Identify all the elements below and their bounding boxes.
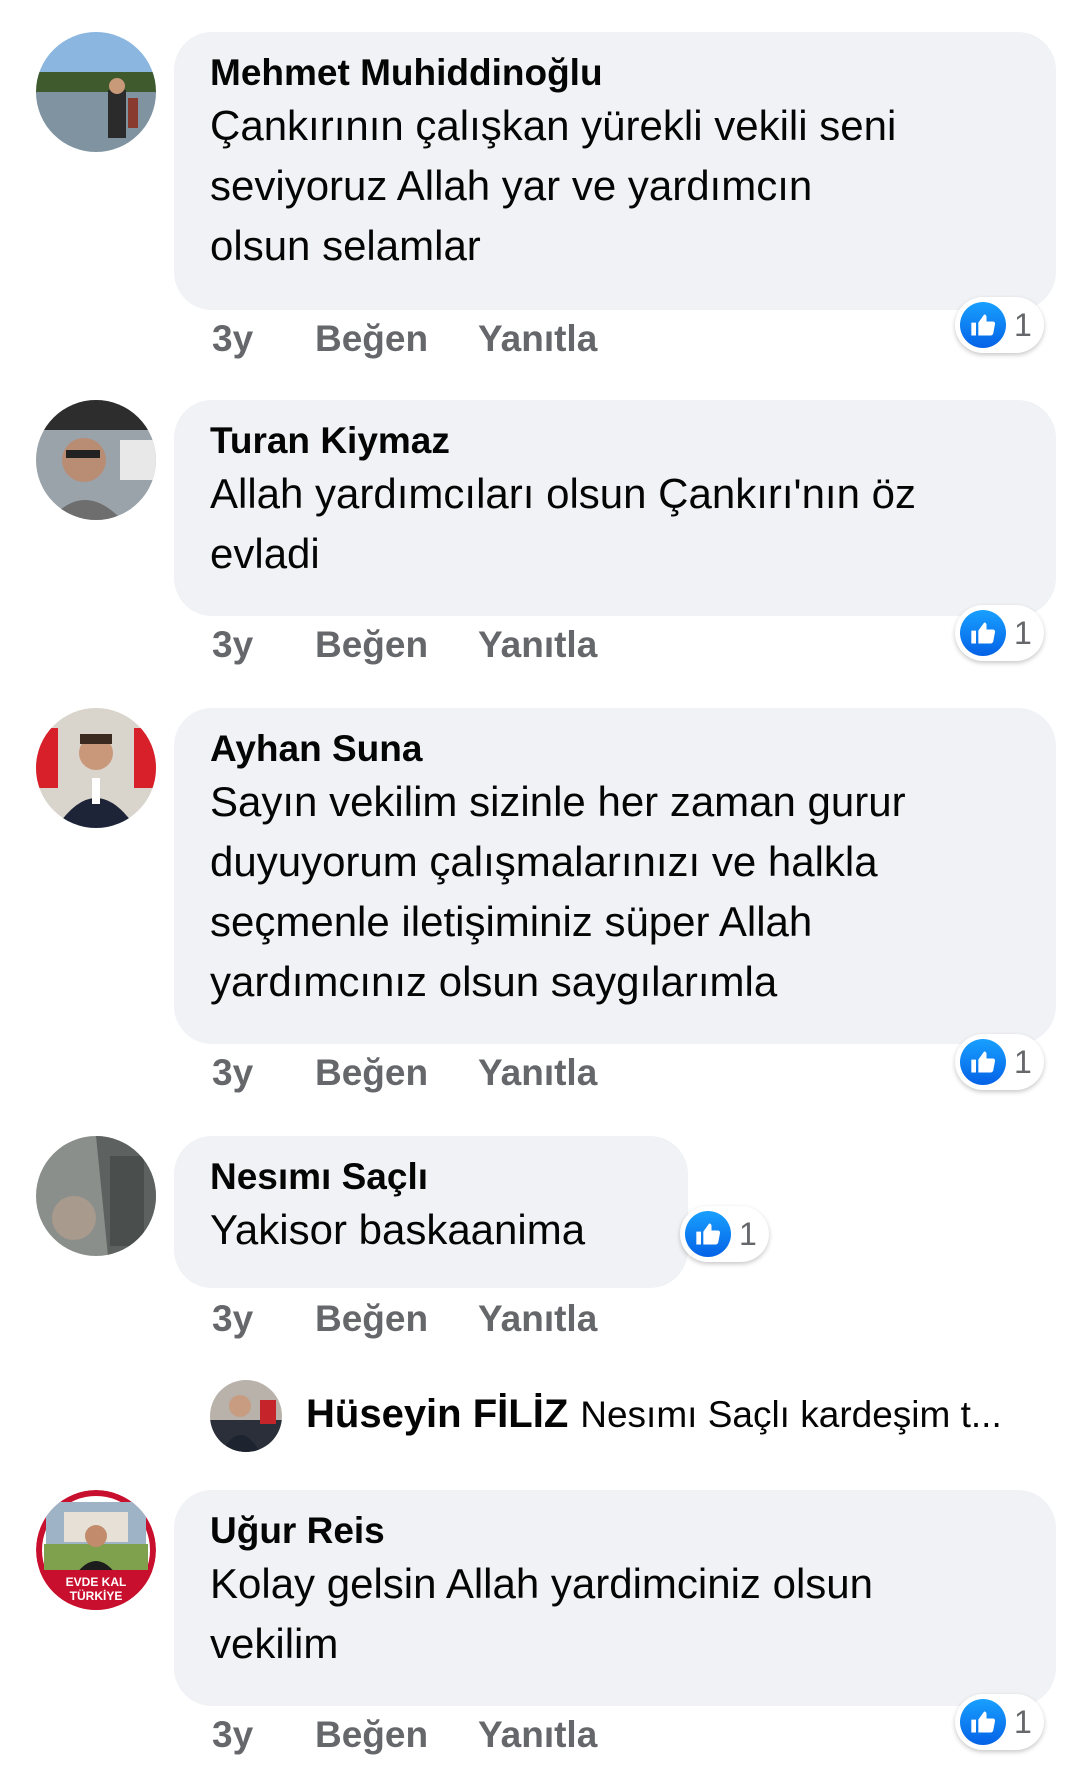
comment-timestamp[interactable]: 3y: [212, 624, 272, 666]
thumbs-up-icon: [960, 1039, 1006, 1085]
avatar[interactable]: [36, 1136, 156, 1256]
reply-button[interactable]: Yanıtla: [478, 624, 597, 666]
like-button[interactable]: Beğen: [315, 1298, 451, 1340]
comment-text-line: evladi: [210, 530, 320, 577]
like-button[interactable]: Beğen: [315, 318, 451, 360]
comment-actions: 3y Beğen Yanıtla: [212, 1714, 597, 1756]
reply-preview[interactable]: Hüseyin FİLİZ Nesımı Saçlı kardeşim t...: [210, 1378, 1060, 1454]
reply-author[interactable]: Hüseyin FİLİZ: [306, 1392, 568, 1436]
comment-bubble: Ayhan Suna Sayın vekilim sizinle her zam…: [174, 708, 1056, 1044]
like-button[interactable]: Beğen: [315, 1714, 451, 1756]
like-button[interactable]: Beğen: [315, 624, 451, 666]
avatar-label: TÜRKİYE: [70, 1588, 123, 1603]
thumbs-up-icon: [960, 302, 1006, 348]
reply-button[interactable]: Yanıtla: [478, 318, 597, 360]
comment-actions: 3y Beğen Yanıtla: [212, 1052, 597, 1094]
comment-text-line: Çankırının çalışkan yürekli vekili seni: [210, 102, 897, 149]
reaction-count: 1: [1014, 1043, 1032, 1080]
comment-text-line: Yakisor baskaanima: [210, 1206, 586, 1253]
avatar[interactable]: EVDE KAL TÜRKİYE: [36, 1490, 156, 1610]
comment-actions: 3y Beğen Yanıtla: [212, 624, 597, 666]
reply-button[interactable]: Yanıtla: [478, 1052, 597, 1094]
reply-preview-text: Hüseyin FİLİZ Nesımı Saçlı kardeşim t...: [306, 1392, 1002, 1437]
comment-timestamp[interactable]: 3y: [212, 1298, 272, 1340]
comment-text-line: duyuyorum çalışmalarınızı ve halkla: [210, 838, 878, 885]
reaction-count: 1: [1014, 306, 1032, 343]
comment-author[interactable]: Nesımı Saçlı: [210, 1154, 652, 1200]
avatar-label: EVDE KAL: [66, 1575, 127, 1589]
comment-text-line: vekilim: [210, 1620, 339, 1667]
reaction-badge[interactable]: 1: [955, 1034, 1044, 1090]
comment-author[interactable]: Uğur Reis: [210, 1508, 1020, 1554]
comment-timestamp[interactable]: 3y: [212, 1052, 272, 1094]
comment-text-line: olsun selamlar: [210, 222, 481, 269]
comment-bubble: Nesımı Saçlı Yakisor baskaanima: [174, 1136, 688, 1288]
thumbs-up-icon: [960, 1699, 1006, 1745]
comment-bubble: Turan Kiymaz Allah yardımcıları olsun Ça…: [174, 400, 1056, 616]
comment-actions: 3y Beğen Yanıtla: [212, 318, 597, 360]
comment-timestamp[interactable]: 3y: [212, 318, 272, 360]
comment-text-line: Sayın vekilim sizinle her zaman gurur: [210, 778, 906, 825]
avatar[interactable]: [210, 1380, 282, 1452]
comment-text-line: Allah yardımcıları olsun Çankırı'nın öz: [210, 470, 916, 517]
like-button[interactable]: Beğen: [315, 1052, 451, 1094]
avatar[interactable]: [36, 400, 156, 520]
comment-bubble: Uğur Reis Kolay gelsin Allah yardimciniz…: [174, 1490, 1056, 1706]
comment-text-line: Kolay gelsin Allah yardimciniz olsun: [210, 1560, 873, 1607]
reaction-count: 1: [739, 1215, 757, 1252]
comment-timestamp[interactable]: 3y: [212, 1714, 272, 1756]
comment-text-line: seçmenle iletişiminiz süper Allah: [210, 898, 813, 945]
comment-author[interactable]: Ayhan Suna: [210, 726, 1020, 772]
reply-snippet: Nesımı Saçlı kardeşim t...: [580, 1394, 1002, 1435]
avatar[interactable]: [36, 32, 156, 152]
thumbs-up-icon: [685, 1211, 731, 1257]
comments-feed: Mehmet Muhiddinoğlu Çankırının çalışkan …: [0, 0, 1080, 1786]
comment-text-line: yardımcınız olsun saygılarımla: [210, 958, 778, 1005]
reply-button[interactable]: Yanıtla: [478, 1714, 597, 1756]
reaction-badge[interactable]: 1: [680, 1206, 769, 1262]
reaction-badge[interactable]: 1: [955, 1694, 1044, 1750]
reaction-count: 1: [1014, 614, 1032, 651]
avatar[interactable]: [36, 708, 156, 828]
reply-button[interactable]: Yanıtla: [478, 1298, 597, 1340]
comment-author[interactable]: Turan Kiymaz: [210, 418, 1020, 464]
reaction-badge[interactable]: 1: [955, 297, 1044, 353]
reaction-badge[interactable]: 1: [955, 605, 1044, 661]
reaction-count: 1: [1014, 1703, 1032, 1740]
comment-author[interactable]: Mehmet Muhiddinoğlu: [210, 50, 1020, 96]
comment-actions: 3y Beğen Yanıtla: [212, 1298, 597, 1340]
thumbs-up-icon: [960, 610, 1006, 656]
comment-bubble: Mehmet Muhiddinoğlu Çankırının çalışkan …: [174, 32, 1056, 310]
comment-text-line: seviyoruz Allah yar ve yardımcın: [210, 162, 813, 209]
